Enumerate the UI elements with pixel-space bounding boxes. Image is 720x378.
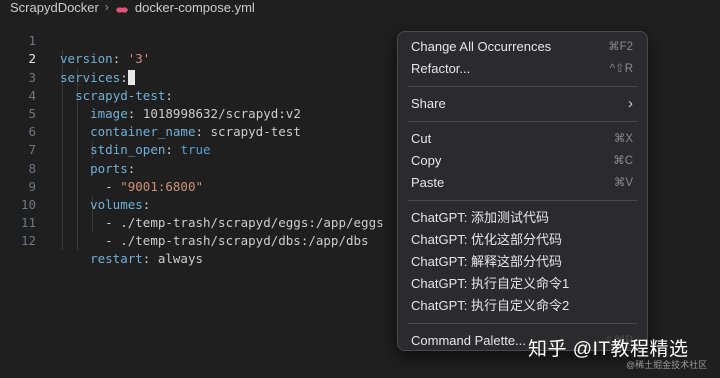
menu-item-chatgpt-add-tests[interactable]: ChatGPT: 添加测试代码 xyxy=(398,207,647,229)
yaml-key: restart xyxy=(90,251,143,267)
breadcrumb-file[interactable]: docker-compose.yml xyxy=(135,0,255,15)
context-menu: Change All Occurrences ⌘F2 Refactor... ^… xyxy=(397,31,648,351)
menu-item-label: Command Palette... xyxy=(411,333,526,348)
menu-item-shortcut: ⌘X xyxy=(613,133,633,145)
menu-item-chatgpt-optimize[interactable]: ChatGPT: 优化这部分代码 xyxy=(398,229,647,251)
yaml-value: always xyxy=(157,251,204,267)
menu-item-copy[interactable]: Copy ⌘C xyxy=(398,150,647,172)
menu-item-shortcut: ⌘C xyxy=(613,155,633,167)
menu-item-label: ChatGPT: 优化这部分代码 xyxy=(411,232,562,247)
menu-separator xyxy=(408,121,637,122)
menu-item-cut[interactable]: Cut ⌘X xyxy=(398,128,647,150)
menu-item-paste[interactable]: Paste ⌘V xyxy=(398,172,647,194)
menu-item-label: ChatGPT: 执行自定义命令2 xyxy=(411,298,570,313)
breadcrumb-folder[interactable]: ScrapydDocker xyxy=(0,0,99,15)
code-line: 1 version: '3' xyxy=(0,14,720,66)
watermark: 知乎 @IT教程精选 xyxy=(528,339,689,360)
menu-item-label: Refactor... xyxy=(411,61,471,76)
menu-item-label: Cut xyxy=(411,131,432,146)
menu-item-label: Change All Occurrences xyxy=(411,39,552,54)
watermark-sub: @稀土掘金技术社区 xyxy=(626,360,708,370)
menu-item-chatgpt-custom-1[interactable]: ChatGPT: 执行自定义命令1 xyxy=(398,273,647,295)
menu-item-label: ChatGPT: 添加测试代码 xyxy=(411,210,549,225)
vscode-window: ScrapydDocker › docker-compose.yml 1 ver… xyxy=(0,0,720,378)
menu-item-shortcut: ⌘F2 xyxy=(608,41,633,53)
docker-icon xyxy=(115,3,129,13)
menu-item-shortcut: ⌘V xyxy=(613,177,633,189)
menu-item-label: Paste xyxy=(411,175,445,190)
menu-item-shortcut: ^⇧R xyxy=(609,63,633,75)
menu-item-share[interactable]: Share › xyxy=(398,93,647,115)
menu-separator xyxy=(408,86,637,87)
menu-separator xyxy=(408,323,637,324)
menu-item-refactor[interactable]: Refactor... ^⇧R xyxy=(398,58,647,80)
chevron-right-icon: › xyxy=(104,0,109,14)
menu-item-label: Share xyxy=(411,96,446,111)
menu-item-change-all-occurrences[interactable]: Change All Occurrences ⌘F2 xyxy=(398,36,647,58)
menu-item-chatgpt-explain[interactable]: ChatGPT: 解释这部分代码 xyxy=(398,251,647,273)
menu-item-label: ChatGPT: 解释这部分代码 xyxy=(411,254,562,269)
breadcrumb: ScrapydDocker › docker-compose.yml xyxy=(0,0,255,15)
menu-separator xyxy=(408,200,637,201)
menu-item-label: ChatGPT: 执行自定义命令1 xyxy=(411,276,570,291)
menu-item-label: Copy xyxy=(411,153,442,168)
chevron-right-icon: › xyxy=(628,95,633,112)
menu-item-chatgpt-custom-2[interactable]: ChatGPT: 执行自定义命令2 xyxy=(398,295,647,317)
yaml-value: ./temp-trash/scrapyd/dbs:/app/dbs xyxy=(120,233,369,249)
line-number: 12 xyxy=(20,233,36,249)
